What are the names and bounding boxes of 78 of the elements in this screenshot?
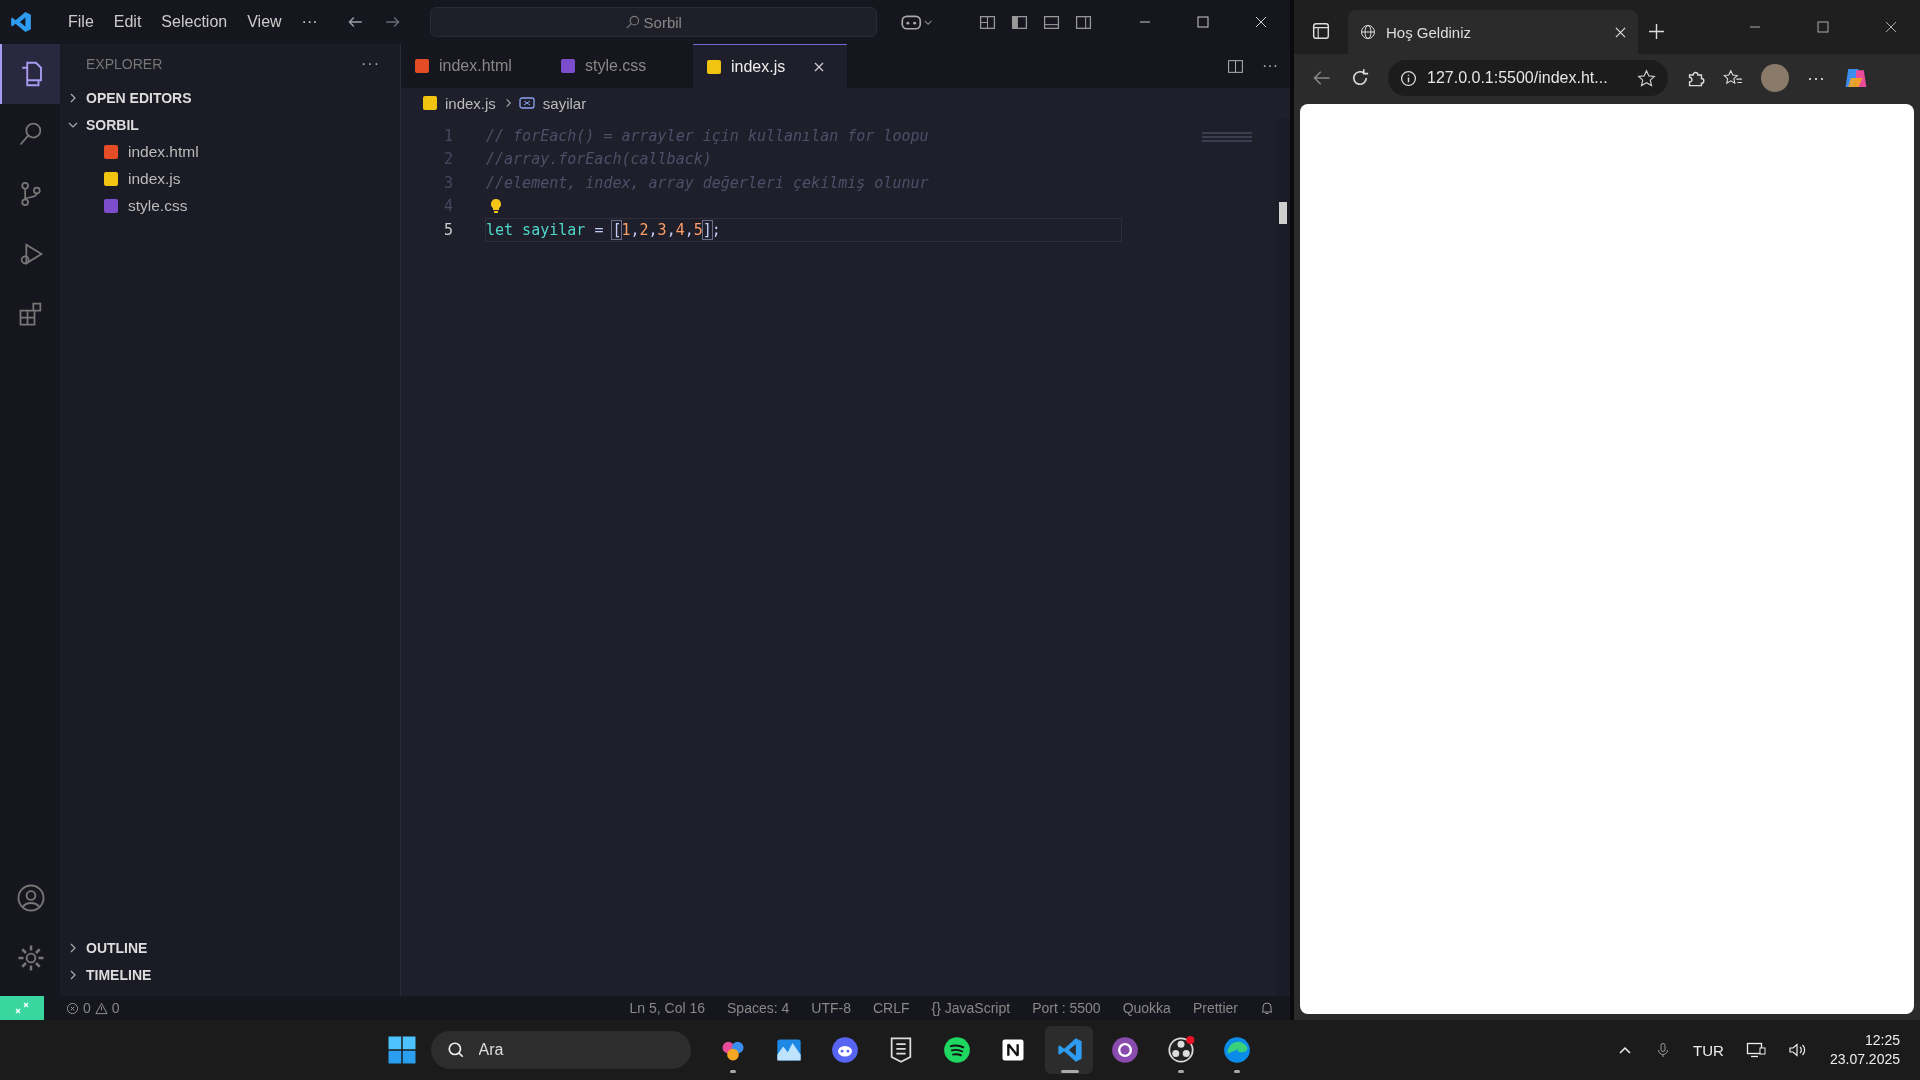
address-bar[interactable]: 127.0.0.1:5500/index.ht... <box>1388 60 1668 96</box>
menu-item[interactable]: Selection <box>153 9 236 35</box>
clock[interactable]: 12:25 23.07.2025 <box>1829 1031 1900 1069</box>
chevron-icon <box>68 942 78 953</box>
explorer-title: EXPLORER <box>86 56 163 72</box>
status-item[interactable]: Port : 5500 <box>1032 1000 1101 1016</box>
new-tab-icon[interactable] <box>1648 23 1665 40</box>
more-button[interactable]: ··· <box>361 55 380 73</box>
tab-actions-icon[interactable] <box>1312 22 1330 40</box>
menu-item[interactable]: Edit <box>105 9 150 35</box>
taskbar-app-icon[interactable] <box>1044 1026 1093 1074</box>
chevron-icon <box>68 92 78 103</box>
menu-item[interactable]: File <box>60 9 102 35</box>
variable-icon <box>518 97 535 109</box>
split-editor-icon[interactable] <box>1227 57 1244 75</box>
menu-item[interactable]: ··· <box>293 9 326 35</box>
line-number: 5 <box>442 220 454 239</box>
layout-icon[interactable] <box>979 13 996 31</box>
file-type-icon <box>104 144 118 159</box>
search-icon <box>446 1041 465 1059</box>
more-button[interactable]: ··· <box>1807 67 1825 89</box>
section-header[interactable]: TIMELINE <box>60 961 400 988</box>
close-icon[interactable] <box>1615 26 1626 38</box>
status-item[interactable]: Ln 5, Col 16 <box>629 1000 705 1016</box>
error-icon <box>66 1001 79 1015</box>
editor-tab[interactable]: index.js <box>693 44 848 88</box>
reload-icon[interactable] <box>1350 68 1370 88</box>
status-item[interactable]: Prettier <box>1192 1000 1238 1016</box>
file-type-icon <box>104 198 118 213</box>
code-line: //element, index, array değerleri çekilmiş olunur <box>486 173 929 192</box>
breadcrumb-item[interactable]: index.js <box>443 94 498 112</box>
layout-icon[interactable] <box>1043 13 1060 31</box>
network-icon[interactable] <box>1745 1042 1766 1058</box>
globe-icon <box>1360 24 1376 40</box>
profile-avatar[interactable] <box>1761 64 1789 92</box>
file-type-icon <box>104 171 118 186</box>
status-item[interactable]: Quokka <box>1122 1000 1171 1016</box>
code-line: //array.forEach(callback) <box>486 150 712 169</box>
editor-tab[interactable]: style.css <box>547 44 693 88</box>
file-tree-entry[interactable]: index.html <box>60 138 400 165</box>
scrollbar-thumb[interactable] <box>1279 202 1287 224</box>
code-line: // forEach() = arrayler için kullanılan for loopu <box>486 126 929 145</box>
status-item[interactable]: UTF-8 <box>811 1000 851 1016</box>
favorites-icon[interactable] <box>1723 69 1743 87</box>
menu-item[interactable]: View <box>239 9 290 35</box>
problems-status[interactable]: 0 0 <box>66 1000 120 1016</box>
status-item[interactable]: {} JavaScript <box>931 1000 1011 1016</box>
language-indicator[interactable]: TUR <box>1693 1041 1724 1059</box>
remote-icon <box>14 1000 30 1016</box>
browser-tab[interactable]: Hoş Geldiniz <box>1348 10 1638 54</box>
section-header[interactable]: OPEN EDITORS <box>60 84 400 111</box>
start-icon[interactable] <box>386 1035 417 1065</box>
more-button[interactable]: ··· <box>1262 57 1278 75</box>
close-icon[interactable] <box>813 60 826 73</box>
file-tree-entry[interactable]: index.js <box>60 165 400 192</box>
file-type-icon <box>423 96 437 110</box>
search-icon <box>624 14 640 30</box>
taskbar-search-box[interactable]: Ara <box>430 1031 691 1069</box>
explorer-icon[interactable] <box>0 44 60 104</box>
copilot-icon[interactable] <box>901 13 935 31</box>
editor-tab[interactable]: index.html <box>401 44 547 88</box>
editor-logo-icon <box>10 11 32 33</box>
search-field[interactable]: Ara <box>476 1040 641 1060</box>
status-item[interactable]: Spaces: 4 <box>727 1000 790 1016</box>
chevron-icon <box>68 969 78 980</box>
layout-icon[interactable] <box>1011 13 1028 31</box>
section-header[interactable]: SORBIL <box>60 111 400 138</box>
lightbulb-icon[interactable] <box>490 198 502 215</box>
volume-icon[interactable] <box>1787 1042 1808 1058</box>
status-item[interactable]: CRLF <box>872 1000 910 1016</box>
notification-bell-icon[interactable] <box>1260 1001 1274 1015</box>
layout-icon[interactable] <box>1075 13 1092 31</box>
file-tree-entry[interactable]: style.css <box>60 192 400 219</box>
warning-icon <box>94 1001 108 1015</box>
breadcrumb-item[interactable]: sayilar <box>540 94 589 112</box>
section-header[interactable]: OUTLINE <box>60 934 400 961</box>
search-field[interactable]: Sorbil <box>429 7 877 37</box>
code-line: let sayilar = [1,2,3,4,5]; <box>486 220 721 239</box>
